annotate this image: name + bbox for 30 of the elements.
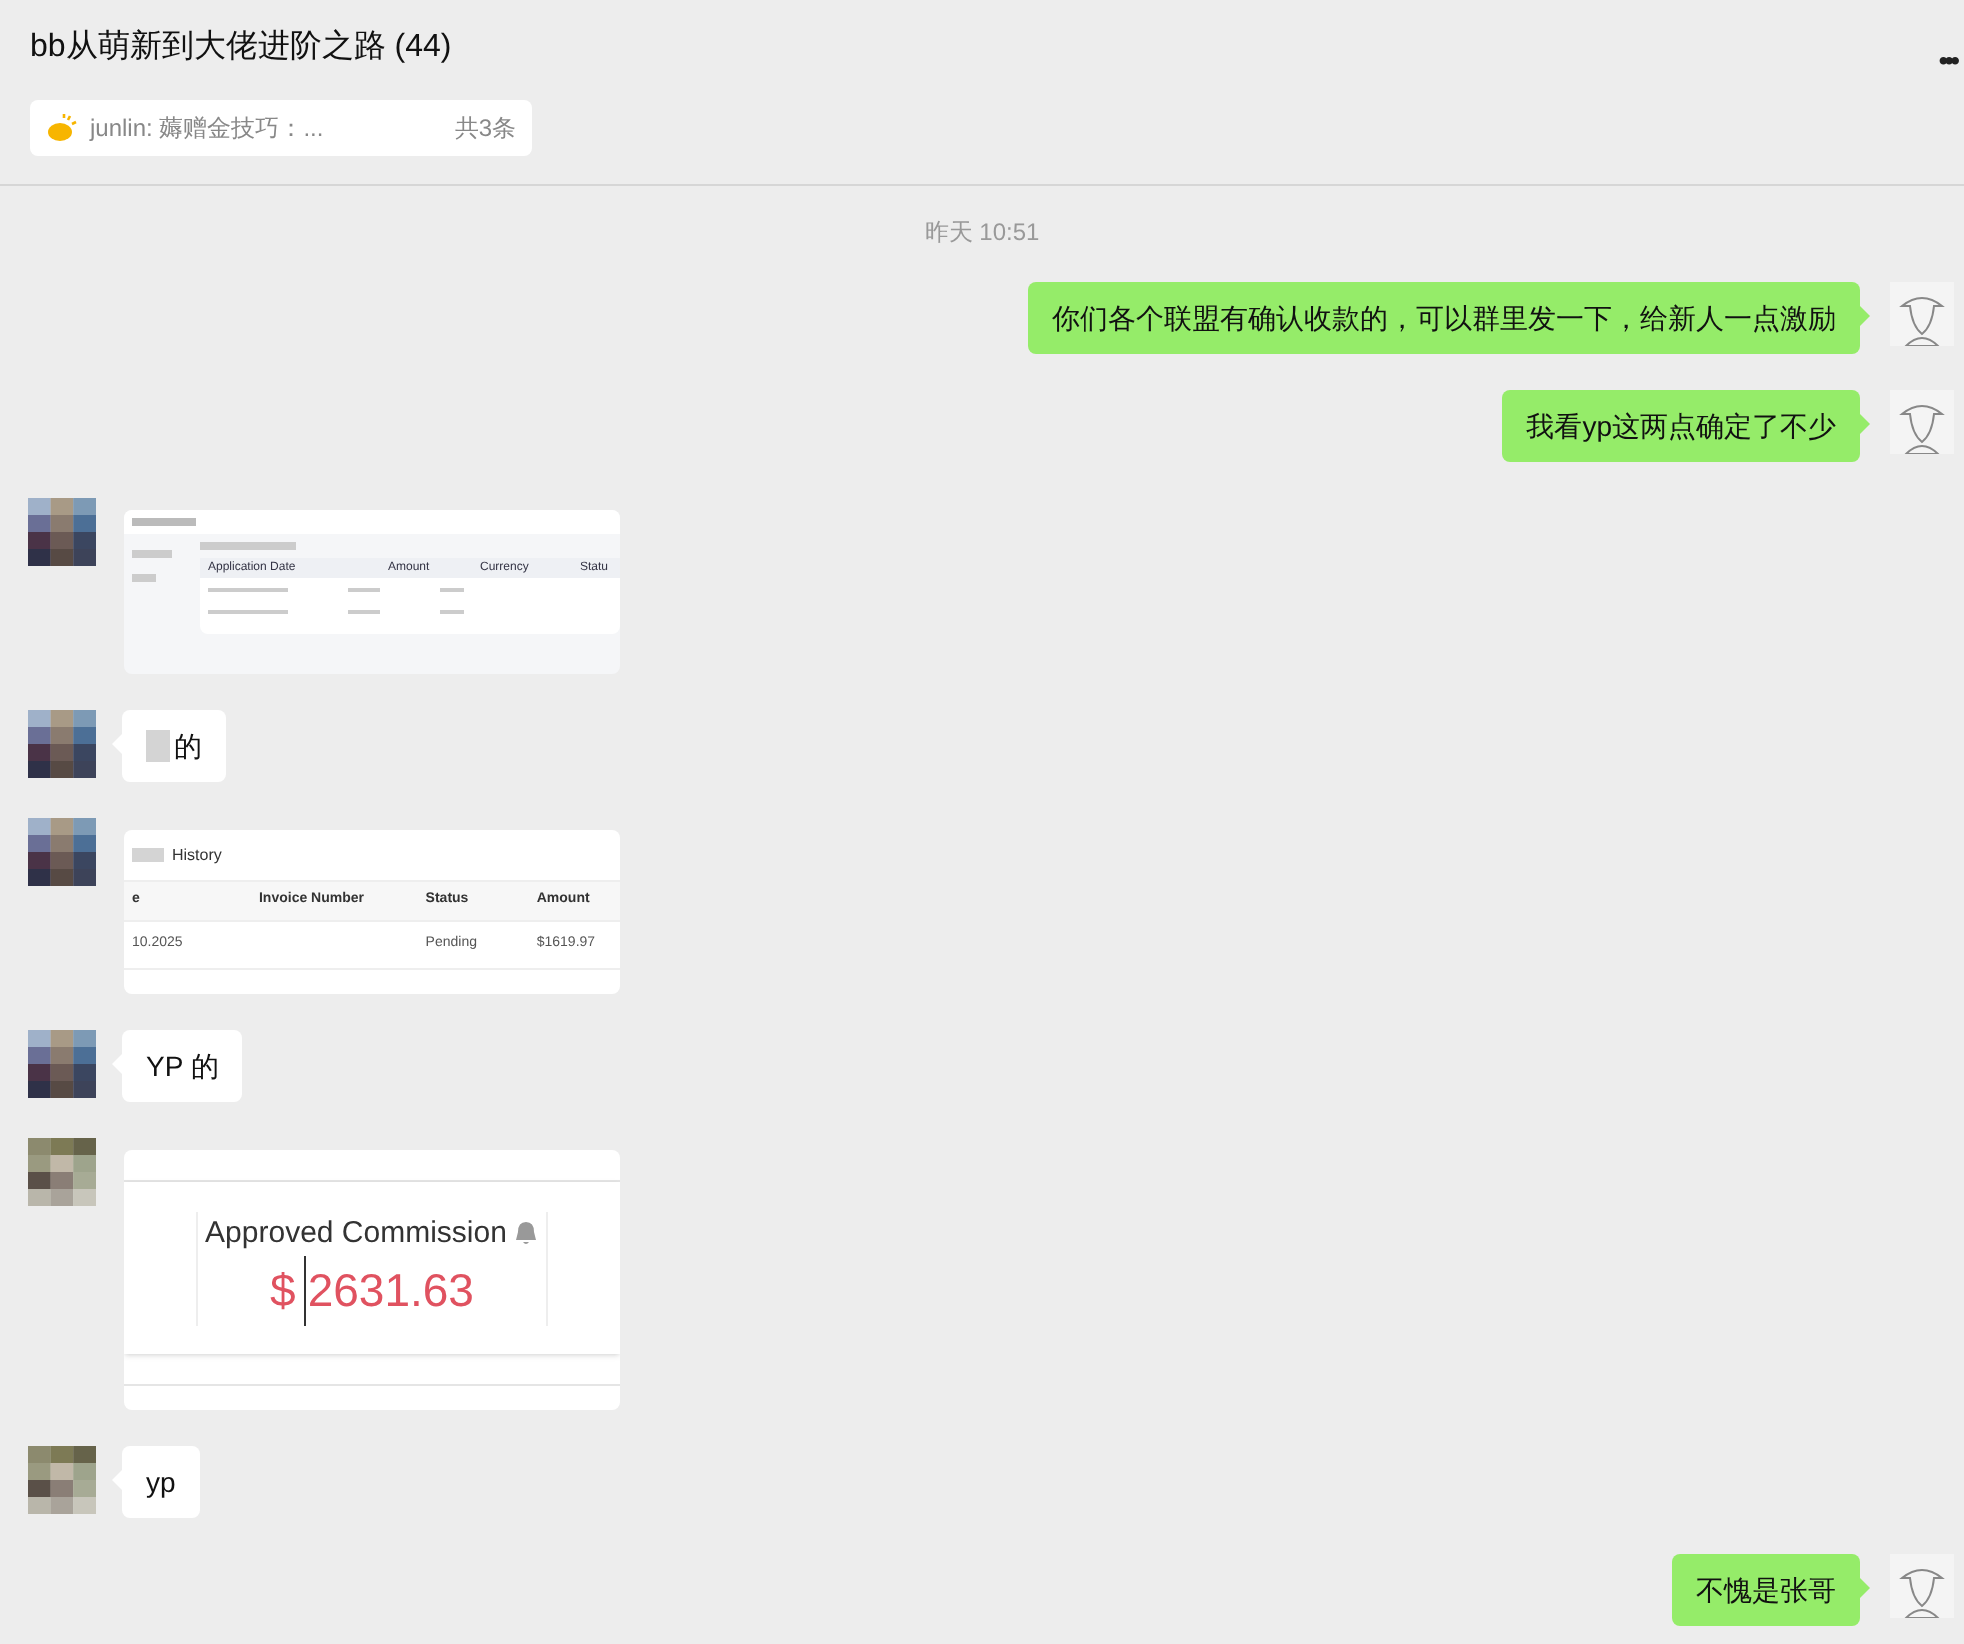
message-bubble[interactable]: 你们各个联盟有确认收款的，可以群里发一下，给新人一点激励 — [1028, 282, 1860, 354]
message-text: 你们各个联盟有确认收款的，可以群里发一下，给新人一点激励 — [1052, 300, 1836, 338]
chat-title: bb从萌新到大佬进阶之路 (44) — [30, 27, 454, 68]
message-bubble[interactable]: 不愧是张哥 — [1672, 1554, 1860, 1626]
pinned-text: junlin: 薅赠金技巧：... — [90, 112, 326, 146]
message-bubble[interactable]: yp — [122, 1446, 200, 1518]
message-text: yp — [146, 1464, 176, 1502]
blurred-text — [132, 518, 196, 526]
blurred-text — [132, 550, 172, 558]
message-text: 我看yp这两点确定了不少 — [1526, 408, 1836, 446]
commission-amount: 2631.63 — [303, 1256, 474, 1325]
message-text: 不愧是张哥 — [1696, 1572, 1836, 1610]
note-icon — [46, 114, 78, 142]
pinned-note[interactable]: junlin: 薅赠金技巧：... 共3条 — [30, 100, 532, 156]
message-bubble[interactable]: 我看yp这两点确定了不少 — [1502, 390, 1860, 462]
masked-text — [132, 848, 164, 862]
message-bubble[interactable]: YP 的 — [122, 1030, 243, 1102]
table-title: History — [172, 843, 222, 867]
more-button[interactable]: ••• — [1938, 40, 1956, 82]
message-text: YP 的 — [146, 1048, 219, 1086]
screenshot[interactable]: Approved Commission $ 2631.63 — [124, 1150, 620, 1410]
message-text: 的 — [174, 728, 202, 766]
commission-label: Approved Commission — [205, 1213, 507, 1253]
blurred-text — [200, 542, 296, 550]
blurred-text — [132, 574, 156, 582]
currency-symbol: $ — [270, 1262, 296, 1320]
timestamp: 昨天 10:51 — [924, 216, 1040, 250]
bell-icon — [514, 1220, 539, 1247]
message-bubble[interactable]: 的 — [122, 710, 226, 782]
pinned-count: 共3条 — [454, 112, 516, 146]
